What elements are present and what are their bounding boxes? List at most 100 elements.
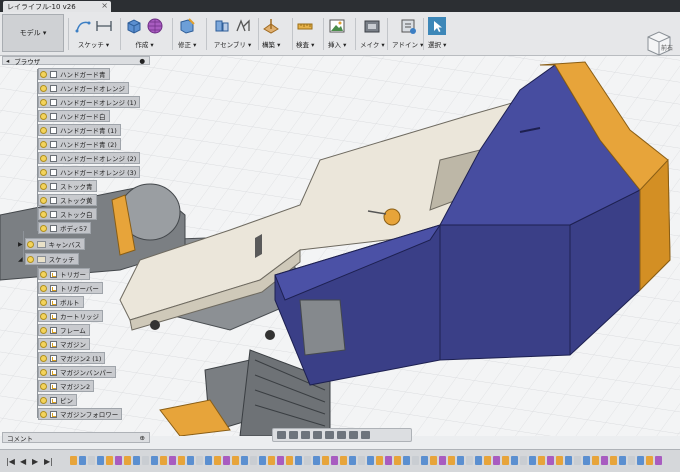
browser-sketch-item[interactable]: ピン [38,394,77,406]
timeline-feature-icon[interactable] [457,456,464,465]
insert-group[interactable]: 挿入 ▾ [328,15,346,53]
timeline-feature-icon[interactable] [115,456,122,465]
viewports-icon[interactable] [361,431,370,439]
fit-icon[interactable] [325,431,334,439]
timeline-feature-icon[interactable] [547,456,554,465]
add-comment-icon[interactable]: ⊕ [140,434,145,442]
browser-body-item[interactable]: ハンドガード青 (1) [38,124,121,136]
browser-body-item[interactable]: ハンドガード白 [38,110,110,122]
timeline-feature-icon[interactable] [349,456,356,465]
modify-icon[interactable] [178,17,196,35]
timeline-feature-icon[interactable] [421,456,428,465]
browser-sketch-item[interactable]: マガジンフォロワー [38,408,123,420]
timeline-feature-icon[interactable] [241,456,248,465]
timeline-feature-icon[interactable] [250,456,257,465]
visibility-bulb-icon[interactable] [40,368,47,376]
visibility-bulb-icon[interactable] [40,210,47,218]
grid-settings-icon[interactable] [349,431,358,439]
display-settings-icon[interactable] [337,431,346,439]
zoom-icon[interactable] [313,431,322,439]
visibility-bulb-icon[interactable] [40,126,47,134]
box-icon[interactable] [125,17,143,35]
browser-body-item[interactable]: ハンドガード青 [38,68,110,80]
visibility-bulb-icon[interactable] [40,312,47,320]
timeline-feature-icon[interactable] [466,456,473,465]
timeline-feature-icon[interactable] [493,456,500,465]
select-group[interactable]: 選択 ▾ [428,15,446,53]
browser-body-item[interactable]: ハンドガードオレンジ (1) [38,96,141,108]
browser-sketch-item[interactable]: トリガー [38,268,90,280]
timeline-feature-icon[interactable] [439,456,446,465]
timeline-feature-icon[interactable] [448,456,455,465]
pan-icon[interactable] [301,431,310,439]
browser-body-item[interactable]: ストック青 [38,180,97,192]
timeline-feature-icon[interactable] [340,456,347,465]
browser-sketch-item[interactable]: マガジンバンパー [38,366,117,378]
visibility-bulb-icon[interactable] [40,224,47,232]
visibility-bulb-icon[interactable] [40,284,47,292]
visibility-bulb-icon[interactable] [40,396,47,404]
expand-arrow-icon[interactable]: ▶ [18,241,23,248]
joint2-icon[interactable] [234,17,252,35]
timeline-feature-icon[interactable] [151,456,158,465]
visibility-bulb-icon[interactable] [40,182,47,190]
look-at-icon[interactable] [289,431,298,439]
make-icon[interactable] [363,17,381,35]
timeline-feature-icon[interactable] [232,456,239,465]
visibility-bulb-icon[interactable] [40,270,47,278]
timeline-feature-icon[interactable] [484,456,491,465]
joint-icon[interactable] [213,17,231,35]
visibility-bulb-icon[interactable] [40,382,47,390]
sketch-line-icon[interactable] [95,17,113,35]
construct-icon[interactable] [262,17,280,35]
timeline-feature-icon[interactable] [97,456,104,465]
timeline-feature-icon[interactable] [178,456,185,465]
timeline-feature-icon[interactable] [295,456,302,465]
timeline-feature-icon[interactable] [529,456,536,465]
timeline-feature-icon[interactable] [655,456,662,465]
insert-icon[interactable] [328,17,346,35]
collapse-arrow-icon[interactable]: ◢ [18,256,23,263]
timeline-feature-icon[interactable] [286,456,293,465]
timeline-feature-icon[interactable] [277,456,284,465]
timeline-feature-icon[interactable] [367,456,374,465]
timeline-feature-icon[interactable] [511,456,518,465]
timeline-feature-icon[interactable] [79,456,86,465]
timeline-feature-icon[interactable] [169,456,176,465]
timeline-feature-icon[interactable] [259,456,266,465]
timeline-feature-icon[interactable] [70,456,77,465]
timeline-feature-icon[interactable] [205,456,212,465]
visibility-bulb-icon[interactable] [40,326,47,334]
browser-folder-sketch[interactable]: ◢ スケッチ [18,253,79,265]
timeline-feature-icon[interactable] [322,456,329,465]
browser-sketch-item[interactable]: マガジン2 (1) [38,352,106,364]
visibility-bulb-icon[interactable] [40,168,47,176]
timeline-feature-icon[interactable] [313,456,320,465]
timeline-feature-icon[interactable] [637,456,644,465]
construct-group[interactable]: 構築 ▾ [262,15,280,53]
browser-body-item[interactable]: ボディ57 [38,222,92,234]
visibility-bulb-icon[interactable] [40,112,47,120]
timeline-feature-icon[interactable] [628,456,635,465]
timeline-feature-icon[interactable] [565,456,572,465]
timeline-feature-icon[interactable] [583,456,590,465]
timeline-feature-icon[interactable] [268,456,275,465]
timeline-feature-icon[interactable] [412,456,419,465]
close-tab-icon[interactable]: × [101,1,108,10]
browser-header[interactable]: ◂ ブラウザ ● [2,56,150,66]
document-tab[interactable]: レイライフル-10 v26 × [3,1,111,12]
visibility-bulb-icon[interactable] [40,140,47,148]
orbit-icon[interactable] [277,431,286,439]
browser-sketch-item[interactable]: カートリッジ [38,310,103,322]
browser-sketch-item[interactable]: フレーム [38,324,90,336]
timeline-feature-icon[interactable] [475,456,482,465]
visibility-bulb-icon[interactable] [40,84,47,92]
timeline-feature-icon[interactable] [196,456,203,465]
timeline-feature-icon[interactable] [124,456,131,465]
timeline-play-icon[interactable]: ▶ [32,457,38,466]
visibility-bulb-icon[interactable] [40,340,47,348]
browser-sketch-item[interactable]: マガジン2 [38,380,95,392]
timeline-feature-icon[interactable] [520,456,527,465]
timeline-start-icon[interactable]: |◀ [6,457,15,466]
browser-folder-canvas[interactable]: ▶ キャンバス [18,238,86,250]
